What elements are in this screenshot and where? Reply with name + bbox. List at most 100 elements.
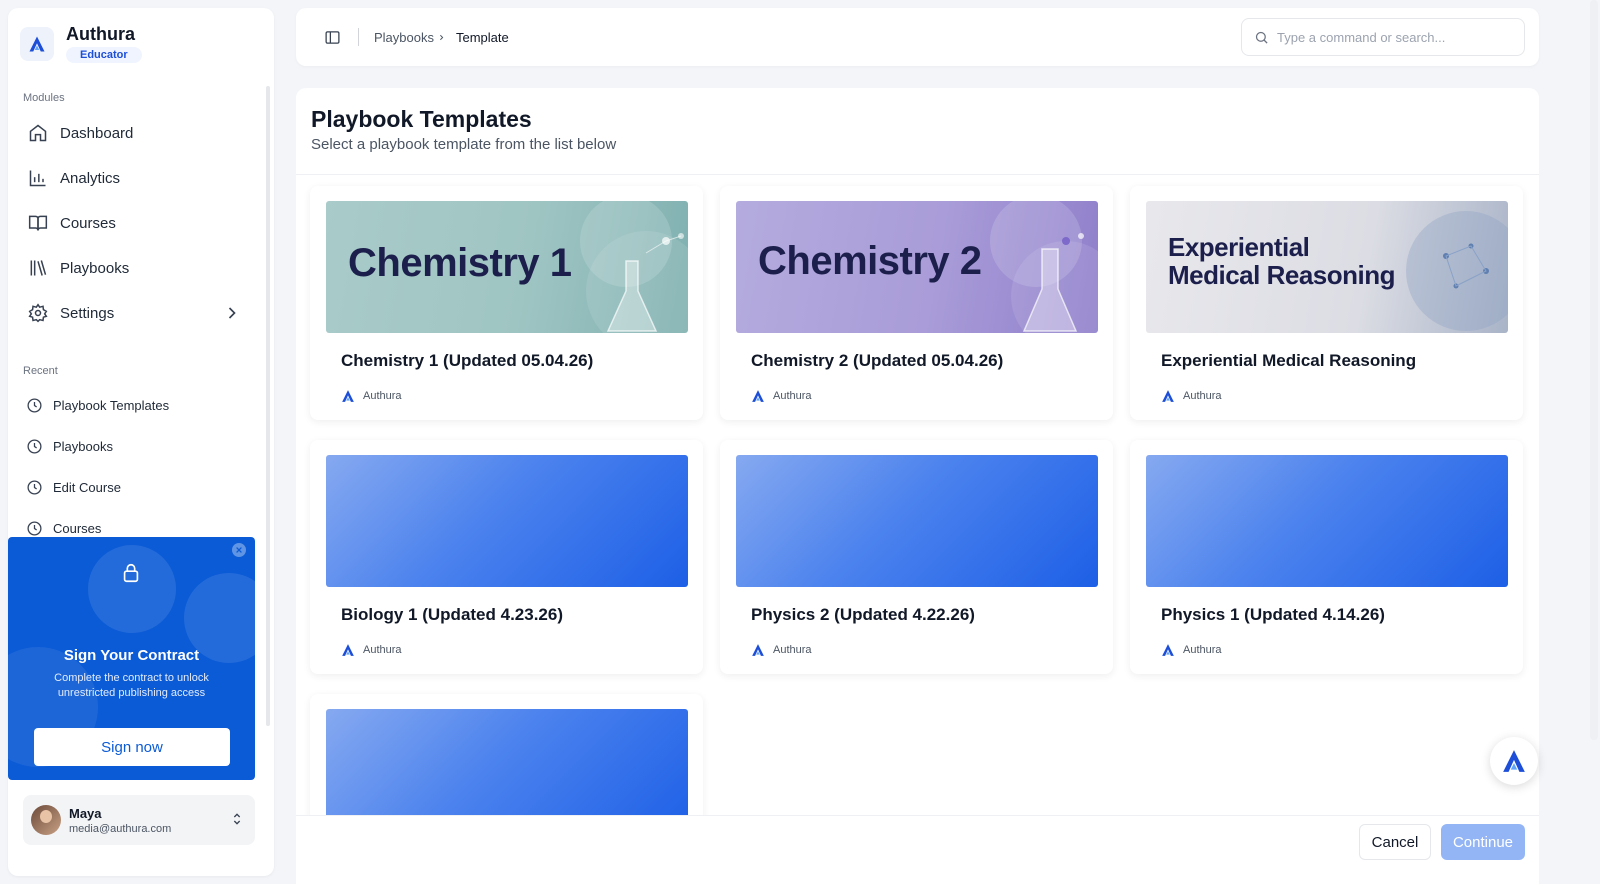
assistant-button[interactable] — [1490, 737, 1538, 785]
template-author: Authura — [751, 389, 812, 403]
contract-promo-card: Sign Your Contract Complete the contract… — [8, 537, 255, 780]
user-email: media@authura.com — [69, 822, 172, 835]
sidebar-item-label: Courses — [60, 214, 116, 232]
sidebar-scrollbar[interactable] — [266, 86, 270, 726]
book-icon — [28, 215, 48, 231]
main-panel: Playbook Templates Select a playbook tem… — [296, 88, 1539, 884]
sidebar-item-settings[interactable]: Settings — [20, 293, 250, 333]
recent-item-label: Edit Course — [53, 479, 121, 495]
bar-chart-icon — [29, 170, 46, 187]
authura-logo-icon — [752, 390, 764, 402]
cancel-button[interactable]: Cancel — [1359, 824, 1431, 860]
template-thumbnail: Chemistry 2 — [736, 201, 1098, 333]
template-card[interactable]: Chemistry 2 Chemistry 2 (Updated 05.04.2… — [720, 186, 1113, 420]
divider — [358, 28, 359, 46]
template-card[interactable]: Experiential Medical Reasoning Experient… — [1130, 186, 1523, 420]
thumbnail-text: Medical Reasoning — [1168, 260, 1396, 290]
brand-name: Authura — [66, 24, 135, 44]
thumbnail-text: Chemistry 1 — [348, 241, 572, 285]
template-card[interactable]: Biology 1 (Updated 4.23.26) Authura — [310, 440, 703, 674]
template-card[interactable]: Chemistry 1 Chemistry 1 (Updated 05.04.2… — [310, 186, 703, 420]
template-title: Chemistry 1 (Updated 05.04.26) — [341, 351, 594, 370]
authura-logo-icon — [1162, 644, 1174, 656]
recent-item-label: Courses — [53, 520, 102, 536]
author-name: Authura — [1183, 644, 1222, 656]
divider — [296, 174, 1539, 175]
command-search[interactable] — [1241, 18, 1525, 56]
continue-button[interactable]: Continue — [1441, 824, 1525, 860]
author-name: Authura — [363, 644, 402, 656]
authura-logo-icon — [752, 644, 764, 656]
template-thumbnail — [736, 455, 1098, 587]
recent-item-edit-course[interactable]: Edit Course — [20, 470, 250, 504]
page-scrollbar[interactable] — [1590, 0, 1598, 740]
template-card[interactable]: Physics 1 (Updated 4.14.26) Authura — [1130, 440, 1523, 674]
sidebar-item-analytics[interactable]: Analytics — [20, 158, 250, 198]
template-author: Authura — [1161, 643, 1222, 657]
authura-logo-icon — [342, 390, 354, 402]
author-name: Authura — [773, 390, 812, 402]
author-name: Authura — [773, 644, 812, 656]
template-card[interactable]: Physics 2 (Updated 4.22.26) Authura — [720, 440, 1113, 674]
page-subtitle: Select a playbook template from the list… — [311, 136, 617, 153]
template-thumbnail: Chemistry 1 — [326, 201, 688, 333]
top-bar: Playbooks Template — [296, 8, 1539, 66]
library-icon — [30, 260, 47, 276]
modules-label: Modules — [23, 92, 65, 104]
gear-icon — [28, 303, 48, 323]
sidebar-item-playbooks[interactable]: Playbooks — [20, 248, 250, 288]
search-icon — [1255, 31, 1268, 44]
recent-item-playbook-templates[interactable]: Playbook Templates — [20, 388, 250, 422]
template-thumbnail: Experiential Medical Reasoning — [1146, 201, 1508, 333]
promo-title: Sign Your Contract — [63, 647, 200, 664]
sidebar-item-label: Analytics — [60, 169, 121, 187]
thumbnail-text: Chemistry 2 — [758, 239, 982, 283]
authura-logo-icon — [342, 644, 354, 656]
search-input[interactable] — [1277, 29, 1507, 45]
user-menu[interactable]: Maya media@authura.com — [23, 795, 255, 845]
clock-icon — [27, 397, 42, 413]
breadcrumb-template: Template — [456, 30, 509, 45]
sidebar-item-label: Settings — [60, 304, 115, 322]
close-icon[interactable] — [232, 543, 246, 557]
sidebar-item-label: Dashboard — [60, 124, 134, 142]
footer-actions: Cancel Continue — [296, 815, 1539, 884]
brand[interactable]: Authura Educator — [20, 24, 142, 63]
template-title: Biology 1 (Updated 4.23.26) — [341, 605, 563, 624]
template-title: Physics 2 (Updated 4.22.26) — [751, 605, 975, 624]
recent-item-label: Playbook Templates — [53, 397, 170, 413]
role-badge: Educator — [66, 47, 142, 63]
recent-label: Recent — [23, 365, 58, 377]
thumbnail-text: Experiential — [1168, 232, 1310, 262]
template-thumbnail — [326, 455, 688, 587]
sidebar-toggle-icon[interactable] — [324, 29, 341, 46]
clock-icon — [27, 520, 42, 536]
template-author: Authura — [1161, 389, 1222, 403]
authura-logo-icon — [1503, 750, 1525, 772]
lock-icon — [120, 562, 142, 589]
sidebar-item-dashboard[interactable]: Dashboard — [20, 113, 250, 153]
author-name: Authura — [363, 390, 402, 402]
clock-icon — [27, 438, 42, 454]
sidebar-item-label: Playbooks — [60, 259, 130, 277]
sign-now-button[interactable]: Sign now — [34, 728, 230, 766]
chevron-right-icon — [228, 307, 236, 319]
recent-item-label: Playbooks — [53, 438, 113, 454]
page-title: Playbook Templates — [311, 106, 532, 132]
chevron-right-icon — [440, 34, 444, 41]
recent-item-playbooks[interactable]: Playbooks — [20, 429, 250, 463]
decor-circle — [88, 545, 176, 633]
chevron-up-down-icon — [233, 813, 241, 825]
authura-logo-icon — [20, 26, 54, 61]
template-author: Authura — [341, 389, 402, 403]
template-author: Authura — [341, 643, 402, 657]
author-name: Authura — [1183, 390, 1222, 402]
breadcrumb-playbooks[interactable]: Playbooks — [374, 30, 434, 45]
template-title: Physics 1 (Updated 4.14.26) — [1161, 605, 1385, 624]
sidebar-item-courses[interactable]: Courses — [20, 203, 250, 243]
avatar — [31, 805, 61, 835]
authura-logo-icon — [1162, 390, 1174, 402]
home-icon — [29, 124, 47, 142]
template-title: Experiential Medical Reasoning — [1161, 351, 1417, 370]
template-thumbnail — [1146, 455, 1508, 587]
